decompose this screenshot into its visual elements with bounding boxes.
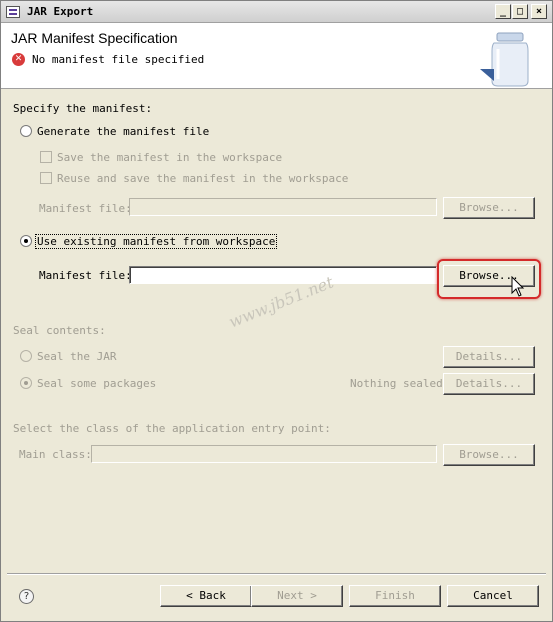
entry-point-label: Select the class of the application entr… <box>13 422 331 435</box>
manifest-file-input-disabled[interactable] <box>129 198 437 216</box>
seal-jar-details-button[interactable]: Details... <box>443 346 535 368</box>
seal-jar-label: Seal the JAR <box>37 350 117 363</box>
main-class-input[interactable] <box>91 445 437 463</box>
seal-contents-label: Seal contents: <box>13 324 106 337</box>
manifest-file-label: Manifest file: <box>39 269 132 282</box>
seal-packages-radio[interactable] <box>20 377 32 389</box>
use-existing-manifest-radio[interactable] <box>20 235 32 247</box>
close-button[interactable]: × <box>531 4 547 19</box>
error-icon: ✕ <box>12 53 25 66</box>
nothing-sealed-label: Nothing sealed <box>350 377 443 390</box>
wizard-header: JAR Manifest Specification ✕ No manifest… <box>1 23 552 89</box>
footer-separator <box>7 573 546 575</box>
wizard-content: Specify the manifest: Generate the manif… <box>1 90 552 568</box>
back-button[interactable]: < Back <box>160 585 252 607</box>
title-bar[interactable]: JAR Export _ □ × <box>1 1 552 23</box>
help-icon[interactable]: ? <box>19 589 34 604</box>
main-class-browse-button[interactable]: Browse... <box>443 444 535 466</box>
generate-manifest-radio[interactable] <box>20 125 32 137</box>
finish-button[interactable]: Finish <box>349 585 441 607</box>
generate-manifest-label[interactable]: Generate the manifest file <box>37 125 209 138</box>
jar-icon <box>480 32 529 87</box>
error-message: No manifest file specified <box>32 53 205 66</box>
next-button[interactable]: Next > <box>251 585 343 607</box>
window-title: JAR Export <box>27 5 94 18</box>
save-manifest-label: Save the manifest in the workspace <box>57 151 283 164</box>
manifest-file-label-disabled: Manifest file: <box>39 202 132 215</box>
jar-export-dialog: JAR Export _ □ × JAR Manifest Specificat… <box>0 0 553 622</box>
use-existing-manifest-label[interactable]: Use existing manifest from workspace <box>35 234 278 249</box>
seal-packages-label: Seal some packages <box>37 377 157 390</box>
save-manifest-checkbox[interactable] <box>40 151 52 163</box>
page-title: JAR Manifest Specification <box>11 30 178 46</box>
main-class-label: Main class: <box>19 448 92 461</box>
seal-packages-details-button[interactable]: Details... <box>443 373 535 395</box>
maximize-button[interactable]: □ <box>512 4 528 19</box>
minimize-button[interactable]: _ <box>495 4 511 19</box>
cancel-button[interactable]: Cancel <box>447 585 539 607</box>
mouse-cursor-icon <box>511 276 525 297</box>
seal-jar-radio[interactable] <box>20 350 32 362</box>
browse-button-disabled[interactable]: Browse... <box>443 197 535 219</box>
manifest-file-input[interactable] <box>129 266 437 284</box>
browse-highlight <box>437 259 541 299</box>
reuse-manifest-checkbox[interactable] <box>40 172 52 184</box>
specify-manifest-label: Specify the manifest: <box>13 102 153 115</box>
reuse-manifest-label: Reuse and save the manifest in the works… <box>57 172 349 185</box>
app-icon <box>6 6 20 18</box>
